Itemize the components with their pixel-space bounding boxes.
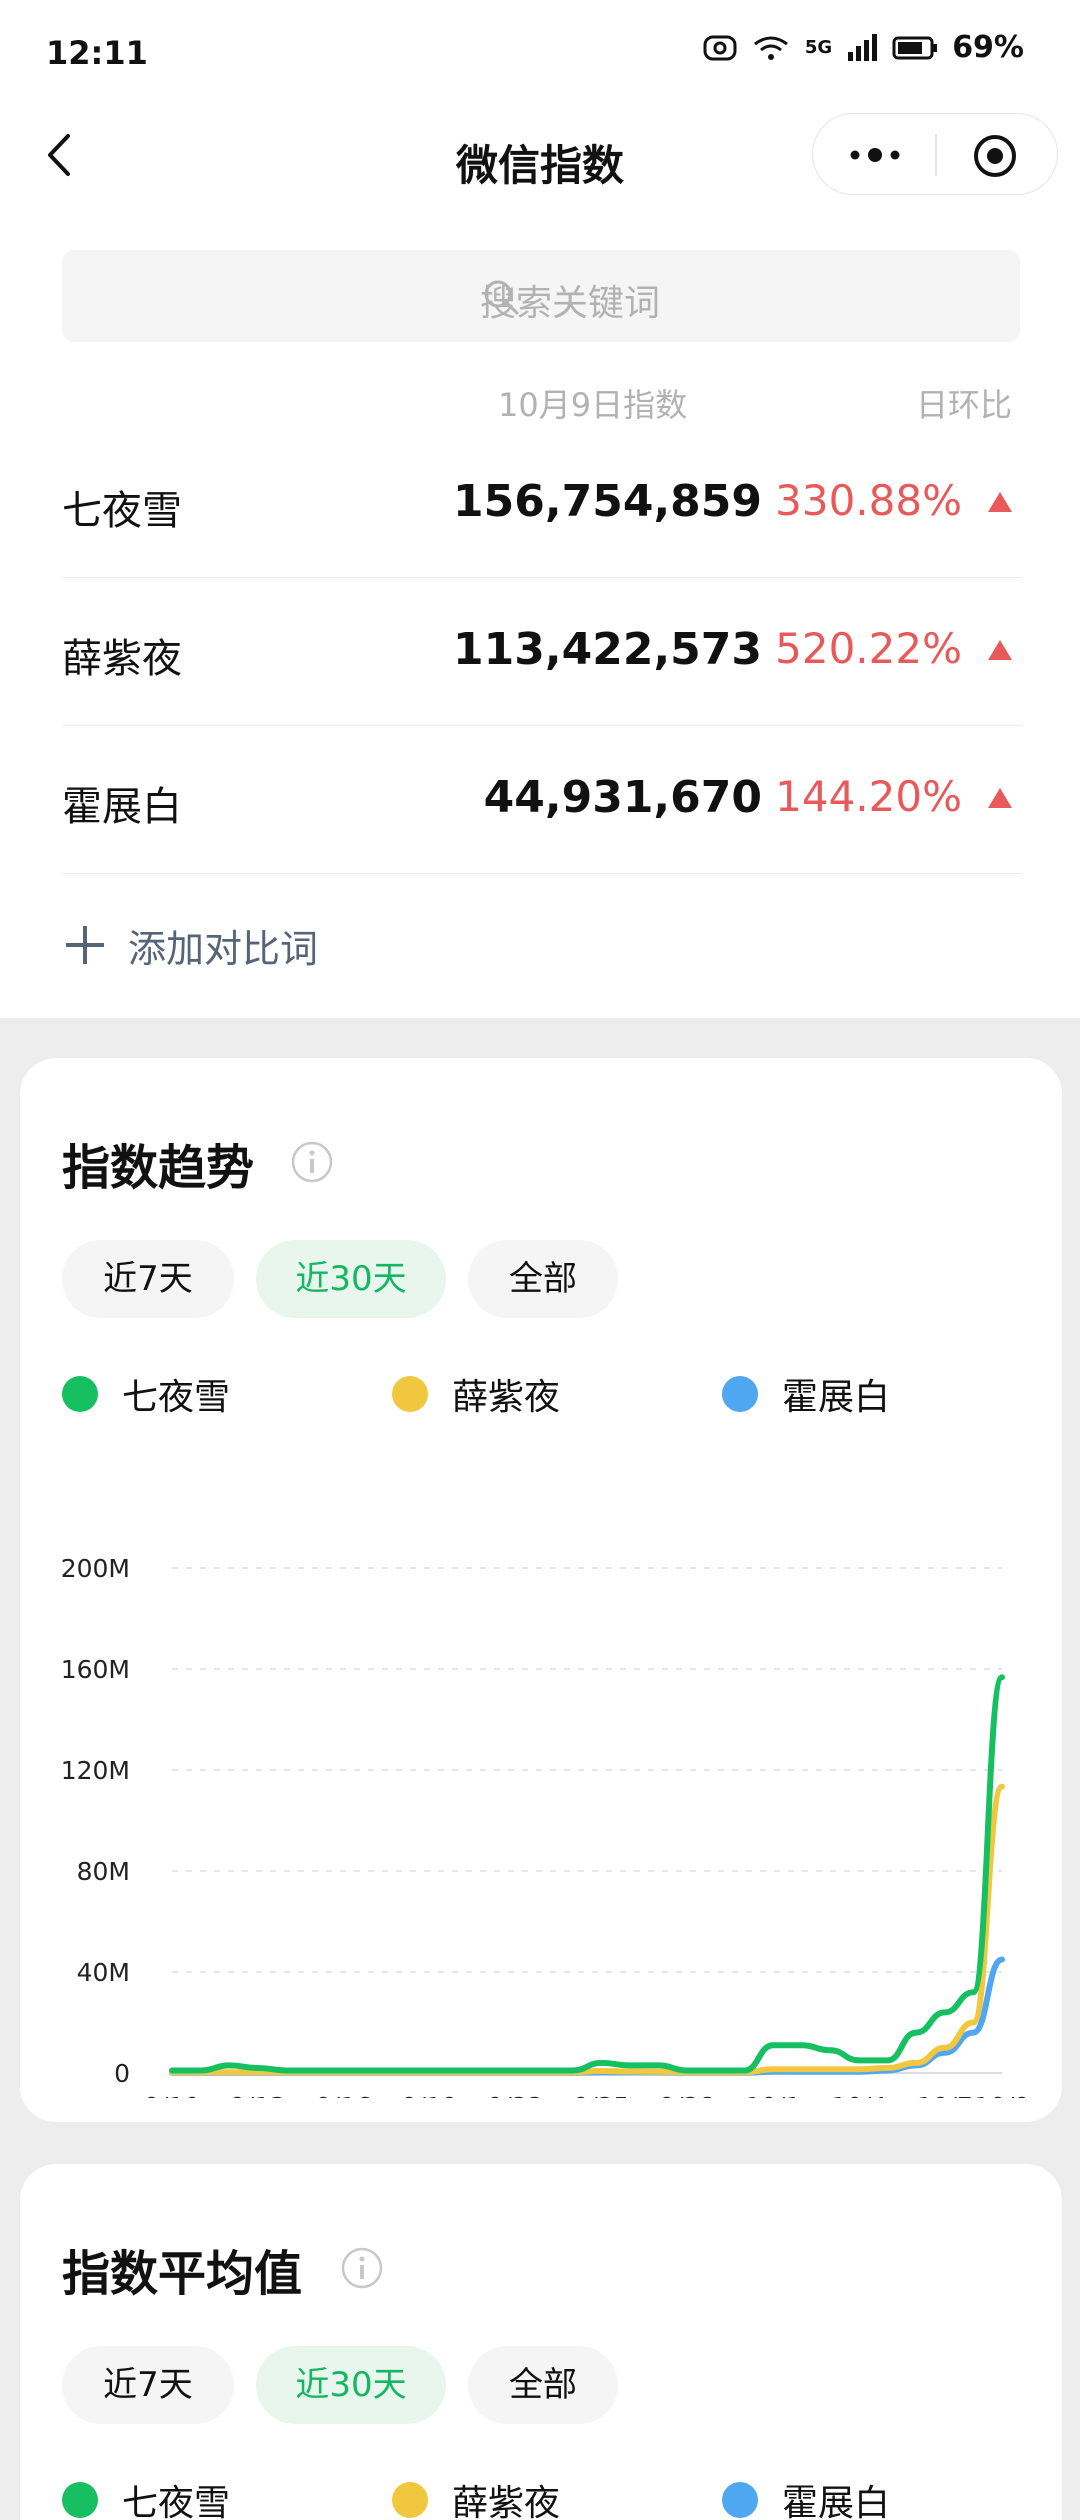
x-tick-label: 9/22 — [487, 2092, 543, 2098]
keyword-index-value: 156,754,859 — [453, 476, 762, 527]
keyword-change: 144.20% — [775, 772, 962, 821]
wifi-icon — [753, 36, 788, 60]
trend-chart[interactable]: 0 40M 80M 120M 160M 200M 9/10 9/13 9/16 9/19 9/22 9… — [20, 1458, 1062, 2098]
tab-7days[interactable]: 近7天 — [62, 2346, 234, 2424]
legend-label: 七夜雪 — [122, 2483, 231, 2520]
trend-card: 指数趋势 近7天 近30天 全部 七夜雪 薛紫夜 霍展白 0 40M 80M 120M… — [20, 1058, 1062, 2122]
trend-title: 指数趋势 — [62, 1140, 255, 1196]
more-icon[interactable] — [845, 134, 905, 176]
status-icons: 5G 69% — [703, 30, 1024, 65]
average-title: 指数平均值 — [62, 2246, 303, 2302]
y-tick-label: 40M — [77, 1958, 130, 1987]
battery-icon — [892, 36, 938, 59]
keyword-change: 330.88% — [775, 476, 962, 525]
y-tick-label: 120M — [61, 1756, 130, 1785]
mini-program-capsule — [812, 113, 1058, 195]
tab-30days[interactable]: 近30天 — [256, 2346, 446, 2424]
series-line-霍展白[interactable] — [169, 1956, 1005, 2076]
series-line-薛紫夜[interactable] — [169, 1783, 1005, 2076]
legend-item-qiyexue[interactable]: 七夜雪 — [62, 1368, 230, 1420]
legend-label: 霍展白 — [782, 1377, 891, 1418]
keyword-row[interactable]: 薛紫夜 113,422,573 520.22% — [62, 578, 1022, 726]
legend-dot — [392, 2482, 428, 2518]
status-bar: 12:11 5G 69% — [0, 0, 1080, 100]
tab-all[interactable]: 全部 — [468, 2346, 618, 2424]
y-tick-label: 0 — [114, 2059, 130, 2088]
average-card: 指数平均值 近7天 近30天 全部 七夜雪 薛紫夜 霍展白 — [20, 2164, 1062, 2520]
search-placeholder: 搜索关键词 — [479, 283, 660, 324]
keyword-index-value: 113,422,573 — [453, 624, 762, 675]
x-tick-label: 9/10 — [144, 2092, 200, 2098]
triangle-up-icon — [988, 640, 1012, 660]
y-tick-label: 160M — [61, 1655, 130, 1684]
x-tick-label: 9/25 — [573, 2092, 629, 2098]
keyword-row[interactable]: 霍展白 44,931,670 144.20% — [62, 726, 1022, 874]
keyword-name: 七夜雪 — [62, 488, 182, 534]
triangle-up-icon — [988, 788, 1012, 808]
legend-item-huozhanbai[interactable]: 霍展白 — [722, 1368, 890, 1420]
legend-label: 七夜雪 — [122, 1377, 231, 1418]
add-compare-button[interactable]: 添加对比词 — [62, 910, 318, 980]
status-time: 12:11 — [46, 34, 148, 72]
x-tick-label: 9/16 — [316, 2092, 372, 2098]
column-date-index: 10月9日指数 — [498, 386, 688, 424]
legend-dot — [62, 2482, 98, 2518]
info-icon[interactable] — [290, 1140, 334, 1184]
x-tick-label: 10/7 — [917, 2092, 973, 2098]
capsule-divider — [935, 134, 937, 176]
legend-item-xueziye[interactable]: 薛紫夜 — [392, 2474, 560, 2520]
keyword-index-value: 44,931,670 — [483, 772, 762, 823]
tab-7days[interactable]: 近7天 — [62, 1240, 234, 1318]
legend-dot — [62, 1376, 98, 1412]
tab-30days[interactable]: 近30天 — [256, 1240, 446, 1318]
plus-icon — [66, 926, 104, 964]
x-tick-label: 10/4 — [831, 2092, 887, 2098]
info-icon[interactable] — [340, 2246, 384, 2290]
legend-dot — [722, 2482, 758, 2518]
search-input[interactable]: 搜索关键词 — [62, 250, 1020, 342]
x-tick-label: 9/19 — [402, 2092, 458, 2098]
keyword-name: 薛紫夜 — [62, 636, 182, 682]
x-tick-label: 9/13 — [230, 2092, 286, 2098]
battery-level: 69% — [952, 30, 1024, 65]
nav-bar: 微信指数 — [0, 110, 1080, 200]
legend-label: 霍展白 — [782, 2483, 891, 2520]
x-tick-label: 10/9 — [974, 2092, 1030, 2098]
column-day-ratio: 日环比 — [916, 386, 1013, 424]
legend-label: 薛紫夜 — [452, 1377, 561, 1418]
add-compare-label: 添加对比词 — [128, 926, 319, 971]
keyword-row[interactable]: 七夜雪 156,754,859 330.88% — [62, 430, 1022, 578]
close-target-icon[interactable] — [971, 132, 1019, 180]
network-type: 5G — [804, 37, 833, 58]
keyword-change: 520.22% — [775, 624, 962, 673]
legend-dot — [722, 1376, 758, 1412]
legend-item-huozhanbai[interactable]: 霍展白 — [722, 2474, 890, 2520]
legend-dot — [392, 1376, 428, 1412]
y-tick-label: 80M — [77, 1857, 130, 1886]
legend-item-qiyexue[interactable]: 七夜雪 — [62, 2474, 230, 2520]
signal-icon — [848, 33, 878, 61]
tab-all[interactable]: 全部 — [468, 1240, 618, 1318]
x-tick-label: 10/1 — [745, 2092, 801, 2098]
alarm-icon — [703, 35, 737, 60]
triangle-up-icon — [988, 492, 1012, 512]
x-tick-label: 9/28 — [659, 2092, 715, 2098]
series-line-七夜雪[interactable] — [169, 1674, 1005, 2074]
y-tick-label: 200M — [61, 1554, 130, 1583]
legend-label: 薛紫夜 — [452, 2483, 561, 2520]
keyword-name: 霍展白 — [62, 784, 182, 830]
legend-item-xueziye[interactable]: 薛紫夜 — [392, 1368, 560, 1420]
